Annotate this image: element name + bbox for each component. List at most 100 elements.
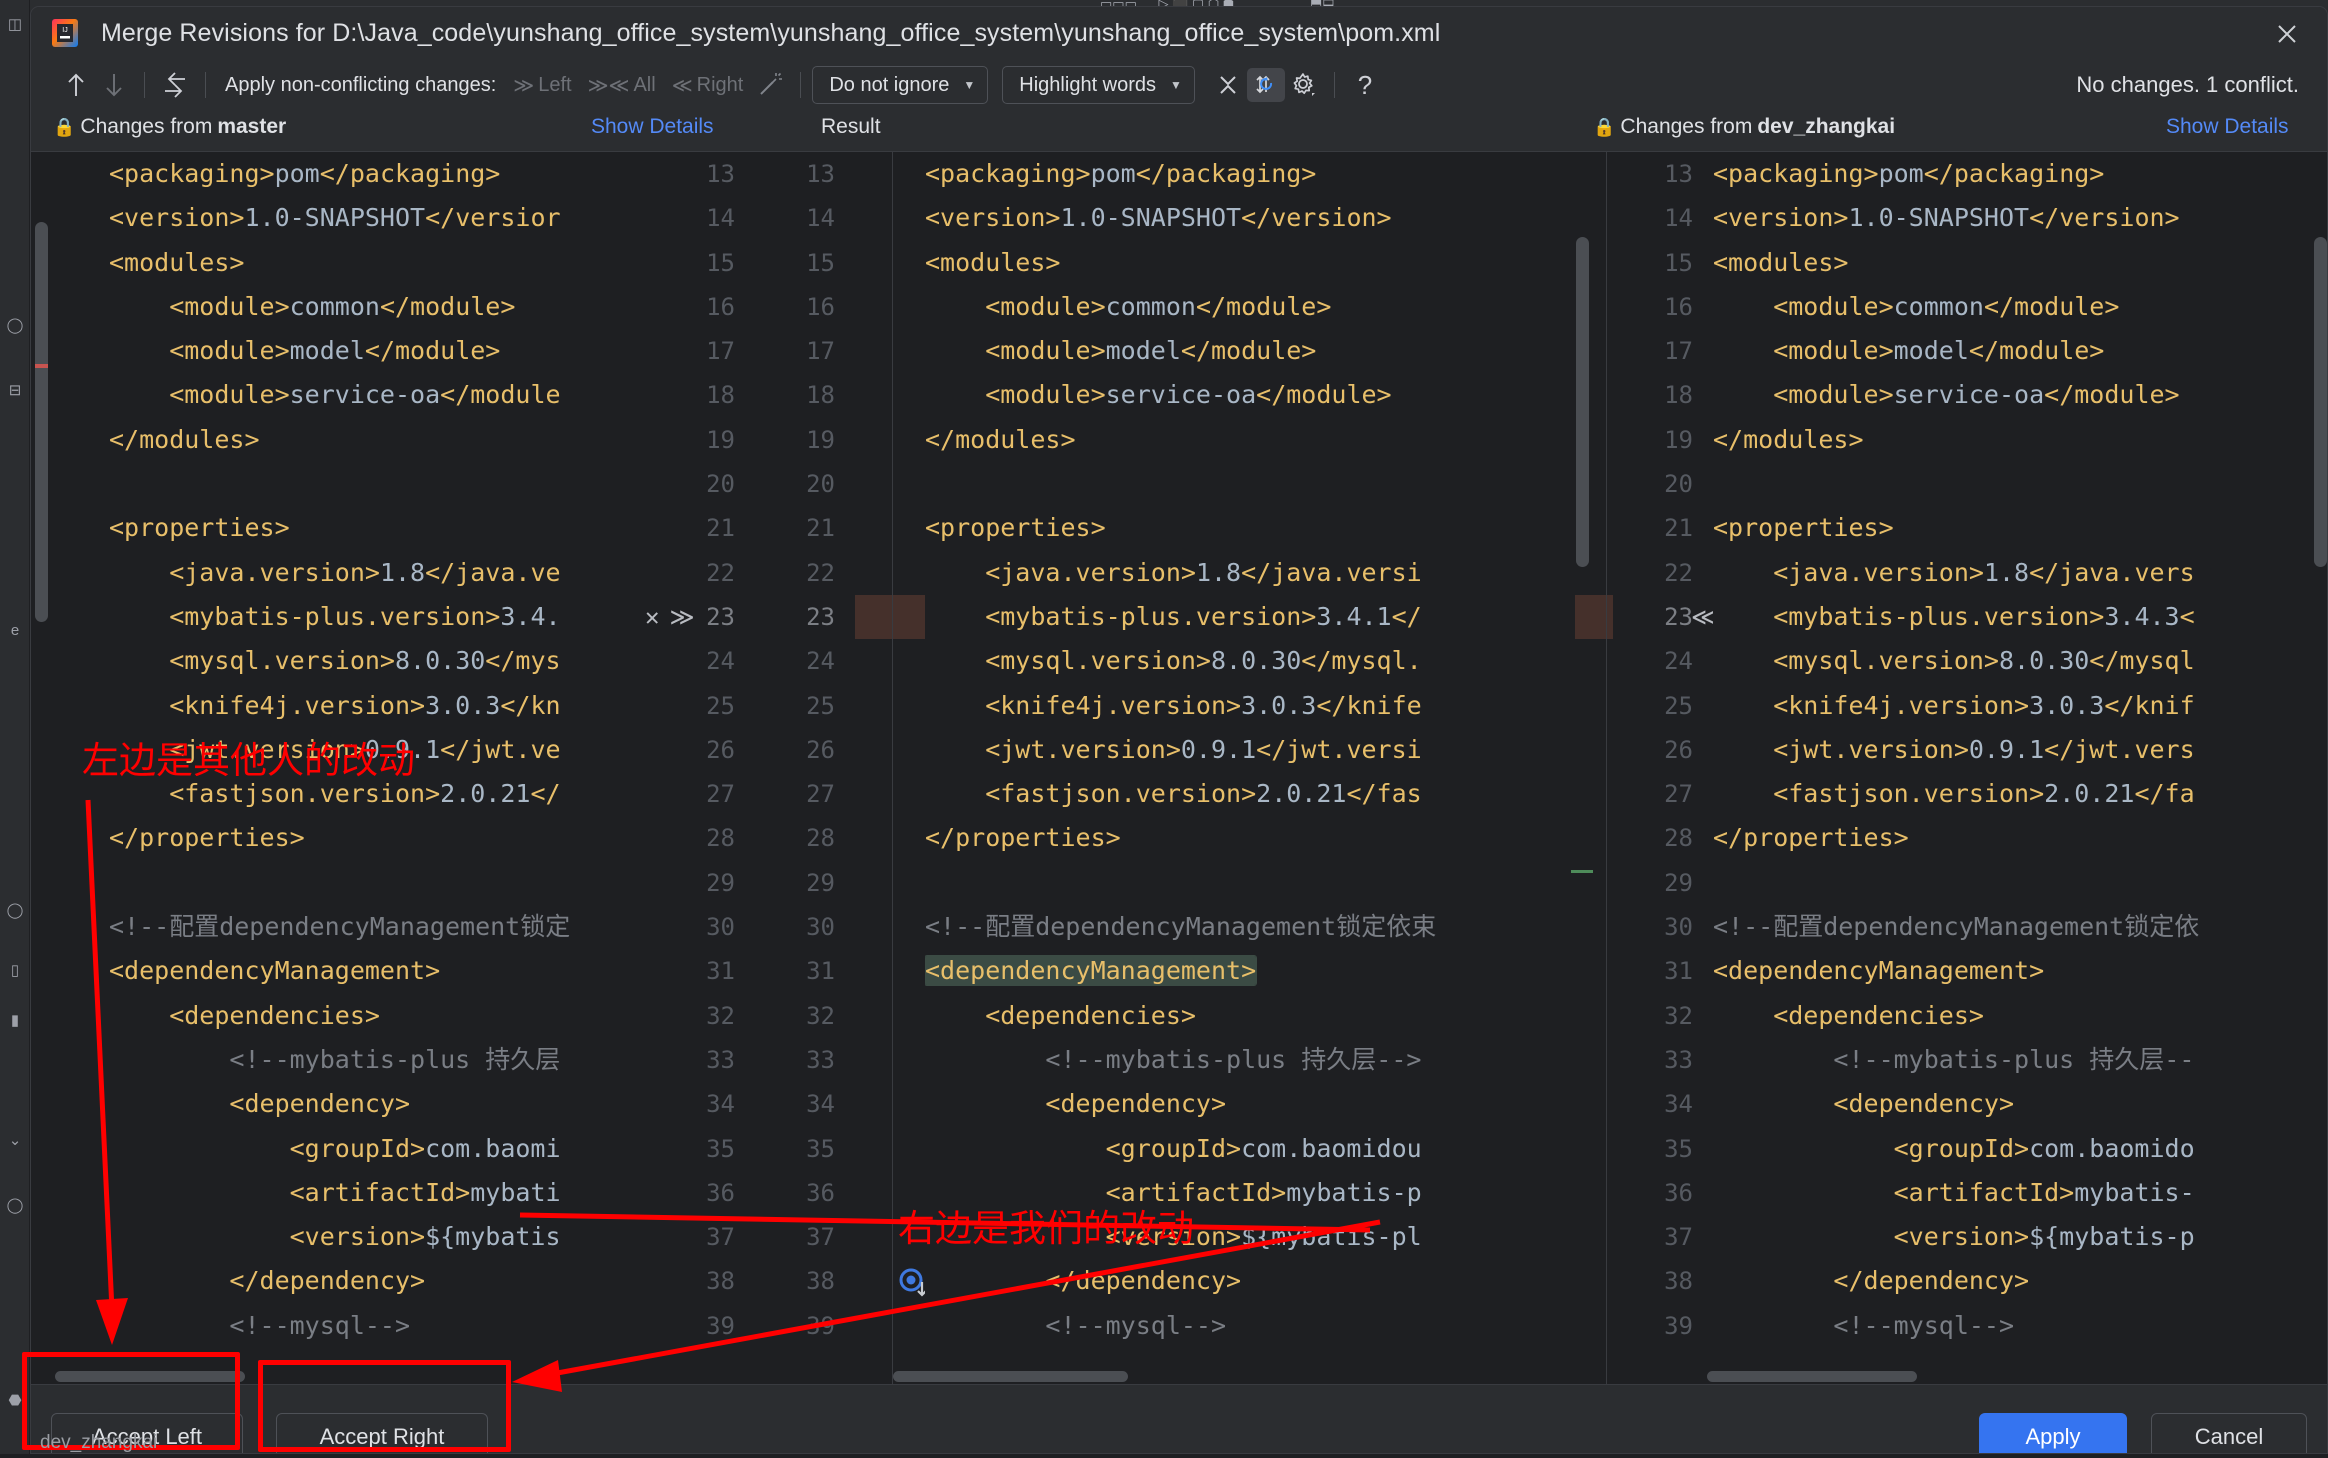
code-line: <!--配置dependencyManagement锁定依 [1713, 905, 2327, 949]
line-number: 34 [625, 1082, 755, 1126]
left-scrollbar-thumb[interactable] [35, 222, 48, 622]
left-editor-pane[interactable]: <packaging>pom</packaging><version>1.0-S… [55, 152, 625, 1384]
strip-icon-project[interactable]: ◫ [4, 14, 26, 36]
code-line: <module>model</module> [1713, 329, 2327, 373]
right-horizontal-scrollbar[interactable] [1707, 1371, 2314, 1382]
highlighted-word: <dependencyManagement> [925, 956, 1256, 985]
code-line: <dependencyManagement> [925, 949, 1575, 993]
code-token: <dependencyManagement> [109, 956, 440, 985]
code-token: </module> [1196, 292, 1331, 321]
code-line [55, 861, 625, 905]
right-editor-pane[interactable]: <packaging>pom</packaging><version>1.0-S… [1713, 152, 2327, 1384]
result-horizontal-scrollbar[interactable] [893, 1371, 1606, 1382]
accept-right-label: Accept Right [320, 1424, 445, 1450]
line-number: 31 [625, 949, 755, 993]
ide-tool-window-strip[interactable]: ◫ ◯ ⊟ e ◯ ▯ ▮ ⌄ ◯ ⬣ [0, 0, 30, 1454]
code-token: service-oa [1106, 380, 1257, 409]
apply-all-button[interactable]: ≫≪ All [580, 71, 664, 100]
right-scrollbar-thumb[interactable] [2314, 237, 2327, 567]
code-token: </java.vers [2029, 558, 2195, 587]
code-token: <dependency> [925, 1089, 1226, 1118]
left-show-details-link[interactable]: Show Details [591, 115, 714, 139]
code-token: <fastjson.version> [925, 779, 1256, 808]
toolbar-separator-2 [205, 72, 206, 98]
code-line: <dependencies> [925, 994, 1575, 1038]
strip-icon-database[interactable]: ◯ [4, 1195, 26, 1217]
result-pane-scrollbar[interactable] [1576, 152, 1589, 1384]
reject-left-change-icon[interactable]: ✕ [645, 603, 659, 631]
code-line: </dependency> [1713, 1259, 2327, 1303]
strip-icon-commit[interactable]: ◯ [4, 315, 26, 337]
result-scrollbar-thumb[interactable] [1576, 237, 1589, 567]
highlight-policy-select[interactable]: Highlight words ▼ [1002, 66, 1195, 104]
strip-icon-problems[interactable]: ▯ [4, 960, 26, 982]
left-conflict-markers[interactable]: ✕ ≫ [645, 595, 695, 639]
line-number: 17 [625, 329, 755, 373]
apply-left-change-icon[interactable]: ≫ [669, 603, 694, 631]
right-pane-scrollbar[interactable] [2314, 152, 2327, 1384]
code-token: ${mybatis-pl [1241, 1222, 1422, 1251]
next-difference-button[interactable] [95, 68, 133, 102]
left-horizontal-scrollbar[interactable] [55, 1371, 622, 1382]
left-hscroll-thumb[interactable] [55, 1371, 245, 1382]
code-line: <dependencies> [55, 994, 625, 1038]
code-line: <module>service-oa</module> [1713, 373, 2327, 417]
accept-right-button[interactable]: Accept Right [276, 1413, 488, 1454]
magic-wand-icon[interactable] [751, 68, 789, 102]
bottom-branch-label: dev_zhangkai [40, 1432, 157, 1453]
line-number: 28 [755, 816, 855, 860]
right-show-details-link[interactable]: Show Details [2166, 115, 2289, 139]
previous-difference-button[interactable] [57, 68, 95, 102]
code-token: </dependency> [925, 1266, 1241, 1295]
result-editor-pane[interactable]: <packaging>pom</packaging><version>1.0-S… [925, 152, 1575, 1384]
apply-left-button[interactable]: ≫ Left [505, 71, 579, 100]
dialog-bottom-bar: Accept Left Accept Right Apply Cancel [31, 1384, 2327, 1454]
code-token: </module> [1256, 380, 1391, 409]
help-icon[interactable]: ? [1346, 68, 1384, 102]
left-code-lines: <packaging>pom</packaging><version>1.0-S… [55, 152, 625, 1348]
code-token: <mysql.version> [925, 646, 1211, 675]
apply-button[interactable]: Apply [1979, 1413, 2127, 1454]
code-token: pom [275, 159, 320, 188]
code-token: </module> [1984, 292, 2119, 321]
line-number: 32 [1613, 994, 1713, 1038]
chevron-down-icon: ▼ [963, 78, 975, 92]
strip-icon-terminal[interactable]: ◯ [4, 900, 26, 922]
left-pane-scrollbar[interactable] [35, 152, 48, 1384]
right-hscroll-thumb[interactable] [1707, 1371, 1917, 1382]
code-token: </jwt.versi [1256, 735, 1422, 764]
apply-right-button[interactable]: ≪ Right [664, 71, 752, 100]
result-hscroll-thumb[interactable] [893, 1371, 1128, 1382]
ignore-policy-select[interactable]: Do not ignore ▼ [812, 66, 988, 104]
left-gutter: 1314151617181920212223242526272829303132… [625, 152, 755, 1384]
close-icon[interactable] [2271, 18, 2303, 50]
code-line [925, 861, 1575, 905]
strip-icon-git[interactable]: ⌄ [4, 1130, 26, 1152]
line-number: 20 [1613, 462, 1713, 506]
code-line: <!--mysql--> [925, 1304, 1575, 1348]
strip-icon-services[interactable]: ▮ [4, 1010, 26, 1032]
strip-icon-structure[interactable]: ⊟ [4, 380, 26, 402]
code-token: model [1106, 336, 1181, 365]
strip-icon-bookmarks[interactable]: e [4, 620, 26, 642]
cancel-button[interactable]: Cancel [2151, 1413, 2307, 1454]
synchronize-scroll-icon[interactable] [1247, 68, 1285, 102]
code-token: 1.0-SNAPSHOT [244, 203, 425, 232]
code-token: <dependencies> [109, 1001, 380, 1030]
code-line: <!--配置dependencyManagement锁定依束 [925, 905, 1575, 949]
code-line: <mysql.version>8.0.30</mysql. [925, 639, 1575, 683]
right-header-branch: dev_zhangkai [1757, 115, 1895, 139]
right-line-numbers: 1314151617181920212223242526272829303132… [1613, 152, 1713, 1348]
gear-icon[interactable] [1285, 68, 1323, 102]
line-number: 35 [755, 1127, 855, 1171]
revert-arrows-icon[interactable] [156, 68, 194, 102]
code-token: 3.4.3 [2104, 602, 2179, 631]
code-token: 0.9.1 [1181, 735, 1256, 764]
collapse-unchanged-icon[interactable] [1209, 68, 1247, 102]
line-number: 13 [625, 152, 755, 196]
line-number: 37 [755, 1215, 855, 1259]
strip-icon-settings[interactable]: ⬣ [4, 1390, 26, 1412]
svg-text:IJ: IJ [62, 27, 67, 34]
code-token: <version> [1713, 1222, 2029, 1251]
code-line: <module>common</module> [55, 285, 625, 329]
